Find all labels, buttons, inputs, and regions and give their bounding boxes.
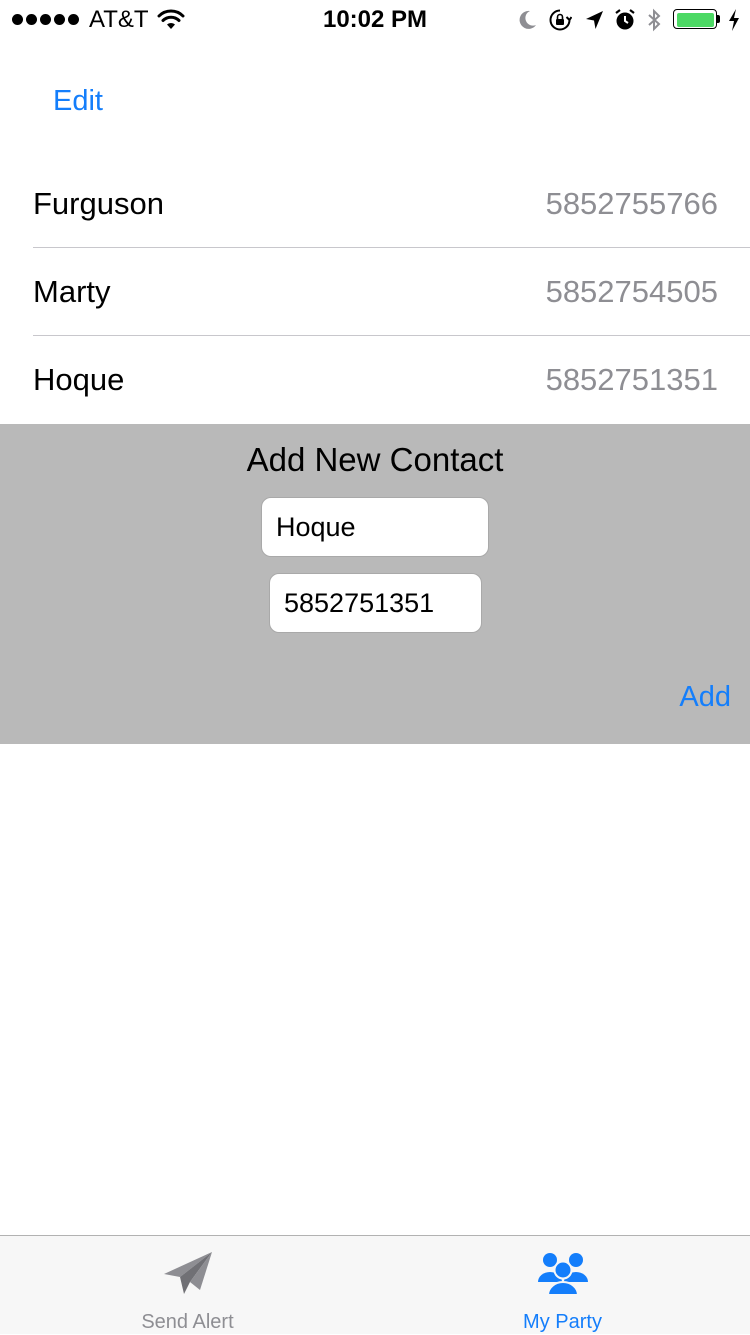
contact-name: Furguson xyxy=(33,186,164,221)
moon-icon xyxy=(519,10,536,29)
add-contact-panel: Add New Contact Add xyxy=(0,424,750,744)
bluetooth-icon xyxy=(648,8,661,32)
edit-button[interactable]: Edit xyxy=(53,84,103,118)
name-field[interactable] xyxy=(261,497,489,557)
phone-field[interactable] xyxy=(269,573,482,633)
location-icon xyxy=(586,11,603,29)
battery-icon xyxy=(673,9,721,31)
tab-label: My Party xyxy=(523,1311,602,1333)
paper-plane-icon xyxy=(164,1252,212,1294)
contact-row[interactable]: Marty 5852754505 xyxy=(0,248,750,336)
tab-my-party[interactable]: My Party xyxy=(375,1236,750,1335)
contacts-list: Furguson 5852755766 Marty 5852754505 Hoq… xyxy=(0,160,750,424)
contact-phone: 5852755766 xyxy=(545,186,718,221)
charging-icon xyxy=(729,9,739,31)
alarm-icon xyxy=(615,9,635,30)
tab-send-alert[interactable]: Send Alert xyxy=(0,1236,375,1335)
add-button[interactable]: Add xyxy=(679,680,731,714)
contact-row[interactable]: Hoque 5852751351 xyxy=(0,336,750,424)
contact-phone: 5852751351 xyxy=(545,362,718,397)
contact-phone: 5852754505 xyxy=(545,274,718,309)
group-icon xyxy=(538,1253,588,1296)
tab-bar: Send Alert My Party xyxy=(0,1235,750,1334)
contact-name: Hoque xyxy=(33,362,125,397)
status-bar: AT&T 10:02 PM xyxy=(0,0,750,40)
add-contact-title: Add New Contact xyxy=(246,441,504,478)
contact-name: Marty xyxy=(33,274,111,309)
status-time: 10:02 PM xyxy=(322,6,428,33)
contact-row[interactable]: Furguson 5852755766 xyxy=(0,160,750,248)
tab-label: Send Alert xyxy=(141,1311,234,1333)
lock-rotation-icon xyxy=(549,9,572,31)
